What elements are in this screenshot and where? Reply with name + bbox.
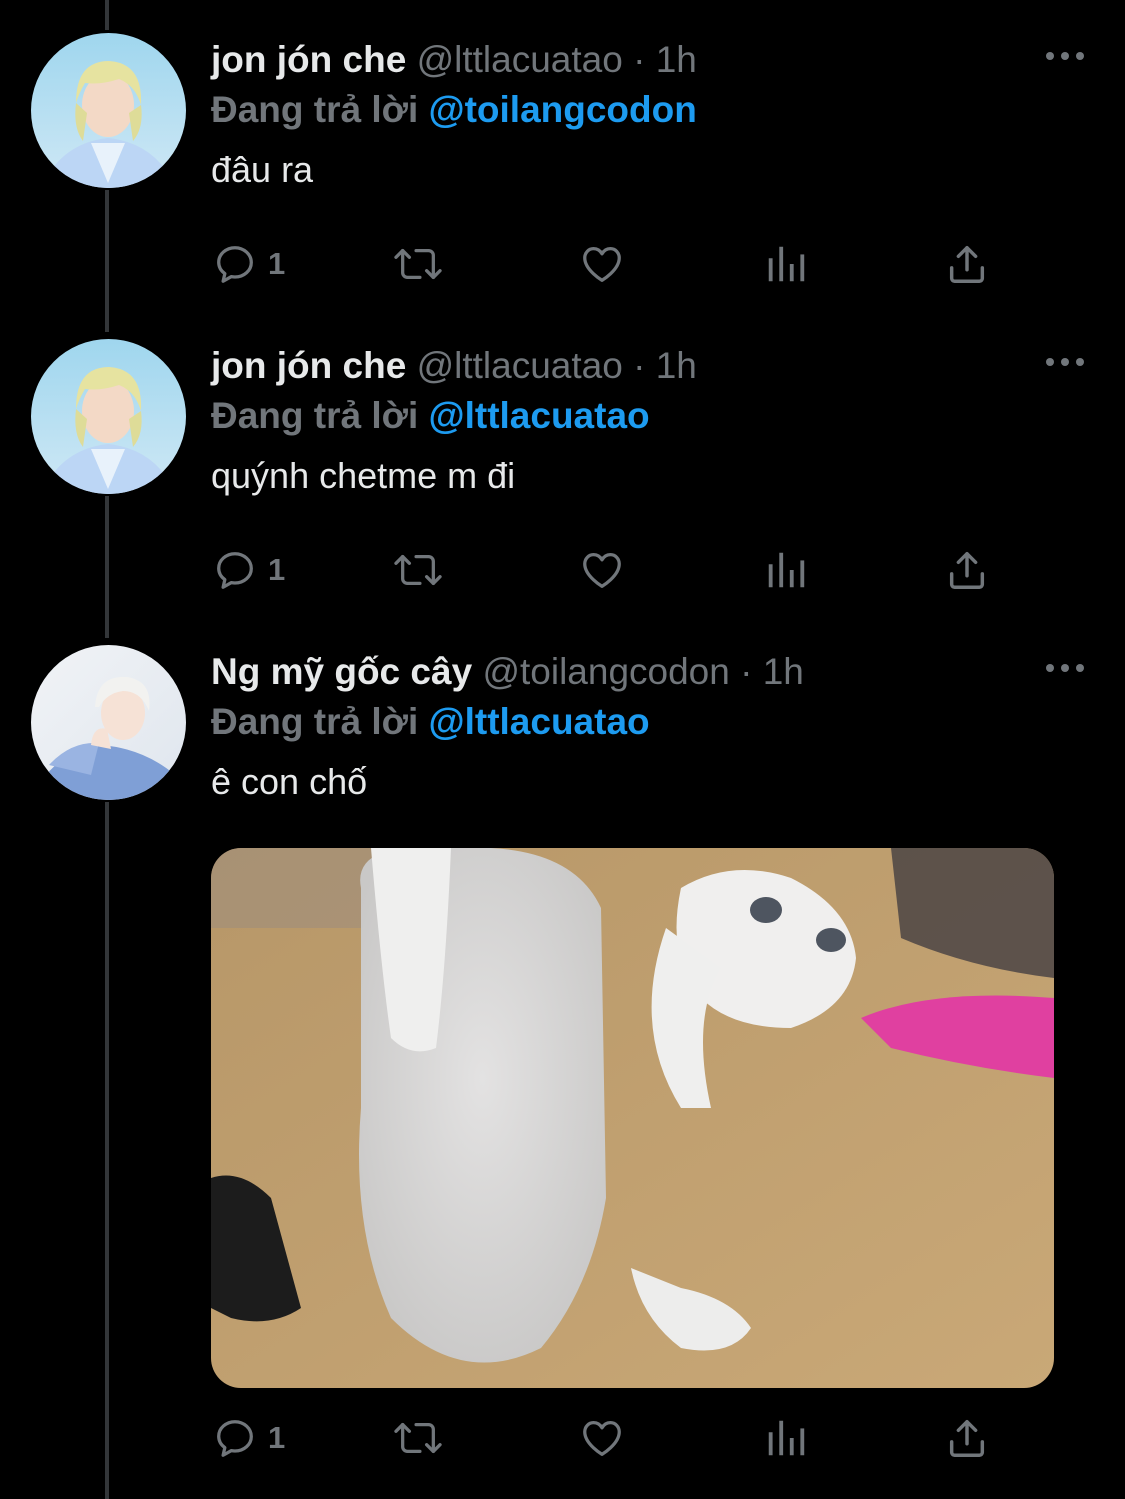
user-handle[interactable]: @toilangcodon xyxy=(482,651,729,692)
replying-to-label: Đang trả lời xyxy=(211,701,419,742)
retweet-icon xyxy=(390,241,446,287)
retweet-icon xyxy=(390,1415,446,1461)
retweet-button[interactable] xyxy=(390,1408,446,1468)
display-name[interactable]: jon jón che xyxy=(211,345,406,386)
heart-icon xyxy=(578,1415,626,1461)
action-bar: 1 xyxy=(212,540,1012,600)
replying-to-link[interactable]: @lttlacuatao xyxy=(429,395,650,436)
retweet-button[interactable] xyxy=(390,234,446,294)
reply-button[interactable]: 1 xyxy=(212,1408,285,1468)
tweet-header: jon jón che @lttlacuatao · 1h xyxy=(211,344,1085,388)
tweet[interactable]: jon jón che @lttlacuatao · 1h Đang trả l… xyxy=(0,306,1125,612)
timestamp[interactable]: 1h xyxy=(656,39,697,80)
views-icon xyxy=(764,241,808,287)
reply-icon xyxy=(212,241,258,287)
action-bar: 1 xyxy=(212,1408,1012,1468)
reply-count: 1 xyxy=(268,246,286,281)
more-dots-icon[interactable] xyxy=(1043,658,1087,678)
share-icon xyxy=(944,547,990,593)
tweet-text: ê con chố xyxy=(211,761,368,802)
replying-to-link[interactable]: @toilangcodon xyxy=(429,89,697,130)
replying-to-link[interactable]: @lttlacuatao xyxy=(429,701,650,742)
separator-dot: · xyxy=(633,345,646,386)
avatar[interactable] xyxy=(31,645,186,800)
tweet-header: jon jón che @lttlacuatao · 1h xyxy=(211,38,1085,82)
views-icon xyxy=(764,1415,808,1461)
reply-button[interactable]: 1 xyxy=(212,540,285,600)
display-name[interactable]: jon jón che xyxy=(211,39,406,80)
avatar[interactable] xyxy=(31,33,186,188)
replying-to: Đang trả lời @toilangcodon xyxy=(211,88,1085,132)
share-button[interactable] xyxy=(944,1408,990,1468)
retweet-button[interactable] xyxy=(390,540,446,600)
share-icon xyxy=(944,241,990,287)
replying-to-label: Đang trả lời xyxy=(211,395,419,436)
views-button[interactable] xyxy=(764,234,808,294)
timestamp[interactable]: 1h xyxy=(763,651,804,692)
reply-button[interactable]: 1 xyxy=(212,234,285,294)
share-button[interactable] xyxy=(944,234,990,294)
tweet-text: đâu ra xyxy=(211,149,314,190)
replying-to: Đang trả lời @lttlacuatao xyxy=(211,700,1085,744)
views-button[interactable] xyxy=(764,540,808,600)
like-button[interactable] xyxy=(578,234,626,294)
share-icon xyxy=(944,1415,990,1461)
user-handle[interactable]: @lttlacuatao xyxy=(417,345,623,386)
tweet-content: Ng mỹ gốc cây @toilangcodon · 1h Đang tr… xyxy=(211,650,1085,804)
action-bar: 1 xyxy=(212,234,1012,294)
reply-icon xyxy=(212,1415,258,1461)
tweet[interactable]: Ng mỹ gốc cây @toilangcodon · 1h Đang tr… xyxy=(0,612,1125,1499)
tweet-text: quýnh chetme m đi xyxy=(211,455,516,496)
reply-count: 1 xyxy=(268,1420,286,1455)
replying-to: Đang trả lời @lttlacuatao xyxy=(211,394,1085,438)
tweet-media-image[interactable] xyxy=(211,848,1054,1388)
reply-count: 1 xyxy=(268,552,286,587)
tweet-content: jon jón che @lttlacuatao · 1h Đang trả l… xyxy=(211,344,1085,498)
replying-to-label: Đang trả lời xyxy=(211,89,419,130)
views-button[interactable] xyxy=(764,1408,808,1468)
views-icon xyxy=(764,547,808,593)
retweet-icon xyxy=(390,547,446,593)
share-button[interactable] xyxy=(944,540,990,600)
user-handle[interactable]: @lttlacuatao xyxy=(417,39,623,80)
tweet-content: jon jón che @lttlacuatao · 1h Đang trả l… xyxy=(211,38,1085,192)
display-name[interactable]: Ng mỹ gốc cây xyxy=(211,651,472,692)
tweet-header: Ng mỹ gốc cây @toilangcodon · 1h xyxy=(211,650,1085,694)
separator-dot: · xyxy=(740,651,753,692)
avatar[interactable] xyxy=(31,339,186,494)
separator-dot: · xyxy=(633,39,646,80)
like-button[interactable] xyxy=(578,540,626,600)
more-dots-icon[interactable] xyxy=(1043,46,1087,66)
heart-icon xyxy=(578,241,626,287)
more-dots-icon[interactable] xyxy=(1043,352,1087,372)
reply-icon xyxy=(212,547,258,593)
tweet[interactable]: jon jón che @lttlacuatao · 1h Đang trả l… xyxy=(0,0,1125,306)
like-button[interactable] xyxy=(578,1408,626,1468)
heart-icon xyxy=(578,547,626,593)
timestamp[interactable]: 1h xyxy=(656,345,697,386)
